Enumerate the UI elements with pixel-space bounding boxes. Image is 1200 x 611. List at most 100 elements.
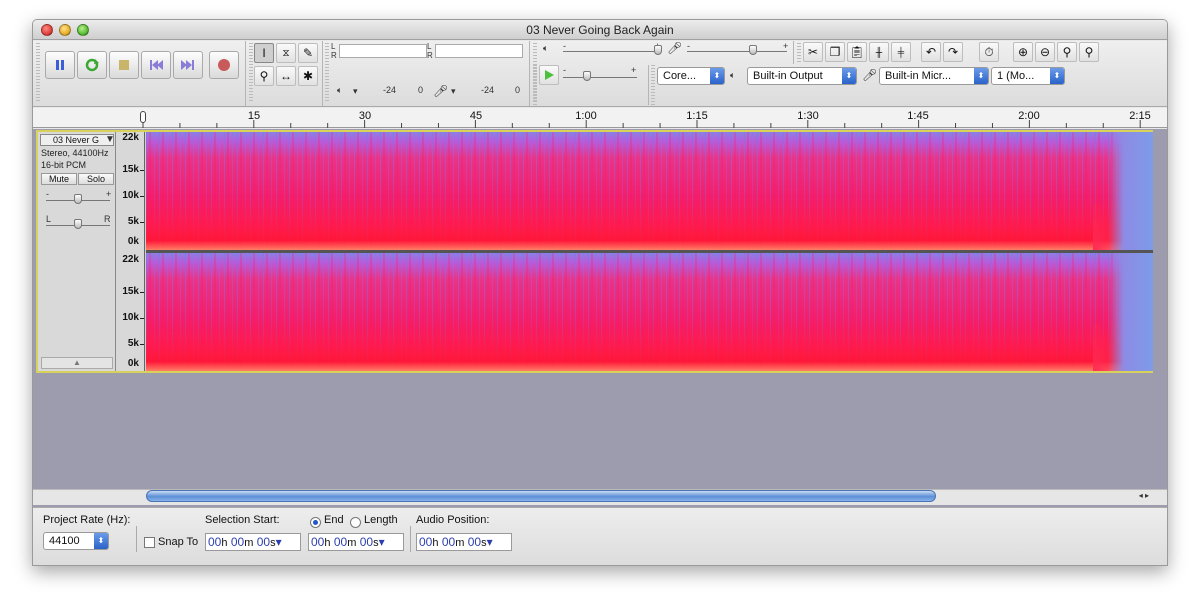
undo-button[interactable]: ↶: [921, 42, 941, 62]
play-loop-button[interactable]: [77, 51, 107, 79]
speed-min: -: [563, 65, 566, 75]
snap-to-checkbox[interactable]: [144, 537, 155, 548]
meter-rec-r: R: [427, 51, 433, 60]
output-arrow-icon: ⬍: [842, 68, 856, 84]
scroll-left-icon[interactable]: ◂: [1139, 491, 1143, 500]
output-volume-knob[interactable]: [654, 45, 662, 55]
copy-button[interactable]: ❐: [825, 42, 845, 62]
host-select[interactable]: Core... ⬍: [657, 67, 725, 85]
selection-start-time[interactable]: 00h 00m 00s▾: [205, 533, 301, 551]
input-volume-knob[interactable]: [749, 45, 757, 55]
spectrogram-left-channel[interactable]: [146, 132, 1153, 250]
ruler-label-1-15: 1:15: [686, 110, 708, 122]
stop-icon: [119, 60, 129, 70]
rec-meter-mark-0: 0: [515, 85, 521, 95]
stop-button[interactable]: [109, 51, 139, 79]
record-button[interactable]: [209, 51, 239, 79]
pause-icon: [56, 60, 64, 70]
output-device-select[interactable]: Built-in Output ⬍: [747, 67, 857, 85]
freq-label-10k-bottom: 10k: [122, 312, 139, 323]
skip-to-end-button[interactable]: [173, 51, 203, 79]
ruler-label-30: 30: [358, 110, 372, 122]
host-arrow-icon: ⬍: [710, 68, 724, 84]
double-arrow-icon: ↔: [280, 69, 292, 83]
ruler-label-15: 15: [247, 110, 261, 122]
horizontal-scroll-thumb[interactable]: [146, 490, 936, 502]
playback-speed-knob[interactable]: [583, 71, 591, 81]
freq-label-5k-bottom: 5k: [127, 338, 139, 349]
freq-label-10k-top: 10k: [122, 190, 139, 201]
tools-grip[interactable]: [249, 43, 253, 103]
zoom-out-button[interactable]: ⊖: [1035, 42, 1055, 62]
sync-lock-button[interactable]: ⏱︎: [979, 42, 999, 62]
fit-selection-button[interactable]: ⚲: [1057, 42, 1077, 62]
output-volume-slider[interactable]: [563, 51, 661, 52]
toolbar-grip[interactable]: [36, 43, 40, 103]
cut-button[interactable]: ✂: [803, 42, 823, 62]
gain-knob[interactable]: [74, 194, 82, 204]
mute-button[interactable]: Mute: [41, 173, 77, 185]
track-area[interactable]: × 03 Never G ▼ Stereo, 44100Hz 16-bit PC…: [33, 129, 1167, 509]
input-volume-slider[interactable]: [687, 51, 787, 52]
envelope-icon: ⧖: [282, 47, 290, 59]
collapse-track-button[interactable]: ▲: [41, 357, 113, 369]
play-meter-mark-0: 0: [418, 85, 424, 95]
redo-button[interactable]: ↷: [943, 42, 963, 62]
play-meter-dropdown[interactable]: ▾: [353, 86, 358, 97]
zoom-in-button[interactable]: ⊕: [1013, 42, 1033, 62]
silence-button[interactable]: ╪: [891, 42, 911, 62]
project-rate-select[interactable]: 44100 ⬍: [43, 532, 109, 550]
edit-grip[interactable]: [797, 43, 801, 63]
device-grip[interactable]: [651, 65, 655, 105]
freq-label-0k-top: 0k: [127, 236, 139, 247]
pause-button[interactable]: [45, 51, 75, 79]
skip-to-start-button[interactable]: [141, 51, 171, 79]
project-rate-label: Project Rate (Hz):: [43, 514, 131, 526]
envelope-tool-button[interactable]: ⧖: [276, 43, 296, 63]
transcription-grip[interactable]: [533, 65, 537, 105]
timeline-ruler[interactable]: 0 15 30 45 1:00 1:15 1:30 1:45 2:00 2:15: [33, 108, 1167, 128]
play-at-speed-button[interactable]: [539, 65, 559, 85]
output-device-value: Built-in Output: [753, 70, 823, 82]
output-volume-min: -: [563, 41, 566, 51]
playhead-marker[interactable]: [140, 111, 146, 123]
audio-track[interactable]: × 03 Never G ▼ Stereo, 44100Hz 16-bit PC…: [36, 130, 1153, 373]
input-device-select[interactable]: Built-in Micr... ⬍: [879, 67, 989, 85]
selection-start-label: Selection Start:: [205, 514, 280, 526]
play-meter-mark-24: -24: [383, 85, 397, 95]
record-icon: [218, 59, 230, 71]
multi-tool-button[interactable]: ✱: [298, 66, 318, 86]
scroll-right-icon[interactable]: ▸: [1145, 491, 1149, 500]
audio-position-time[interactable]: 00h 00m 00s▾: [416, 533, 512, 551]
track-name-menu[interactable]: 03 Never G: [40, 134, 114, 146]
pan-knob[interactable]: [74, 219, 82, 229]
input-arrow-icon: ⬍: [974, 68, 988, 84]
freq-label-22k-bottom: 22k: [122, 254, 139, 265]
track-control-panel: × 03 Never G ▼ Stereo, 44100Hz 16-bit PC…: [38, 132, 116, 371]
paste-button[interactable]: 📋︎: [847, 42, 867, 62]
track-menu-arrow-icon[interactable]: ▼: [105, 134, 115, 145]
fit-project-icon: ⚲: [1084, 45, 1094, 59]
rec-meter-dropdown[interactable]: ▾: [451, 86, 456, 97]
record-meter[interactable]: [435, 44, 523, 58]
playback-speed-slider[interactable]: [563, 77, 637, 78]
scroll-arrows[interactable]: ◂ ▸: [1139, 491, 1149, 500]
input-volume-icon: 🎤︎: [667, 41, 683, 55]
draw-tool-button[interactable]: ✎: [298, 43, 318, 63]
trim-button[interactable]: ╫: [869, 42, 889, 62]
zoom-tool-button[interactable]: ⚲: [254, 66, 274, 86]
fit-project-button[interactable]: ⚲: [1079, 42, 1099, 62]
input-device-value: Built-in Micr...: [885, 70, 952, 82]
spectrogram-right-channel[interactable]: [146, 253, 1153, 371]
solo-button[interactable]: Solo: [78, 173, 114, 185]
length-radio[interactable]: [350, 517, 361, 528]
selection-end-time[interactable]: 00h 00m 00s▾: [308, 533, 404, 551]
timeshift-tool-button[interactable]: ↔: [276, 66, 296, 86]
ruler-label-45: 45: [469, 110, 483, 122]
end-radio[interactable]: [310, 517, 321, 528]
playback-meter[interactable]: [339, 44, 427, 58]
selection-tool-button[interactable]: I: [254, 43, 274, 63]
gain-min: -: [46, 189, 49, 199]
input-channels-select[interactable]: 1 (Mo... ⬍: [991, 67, 1065, 85]
meter-grip[interactable]: [325, 43, 329, 103]
